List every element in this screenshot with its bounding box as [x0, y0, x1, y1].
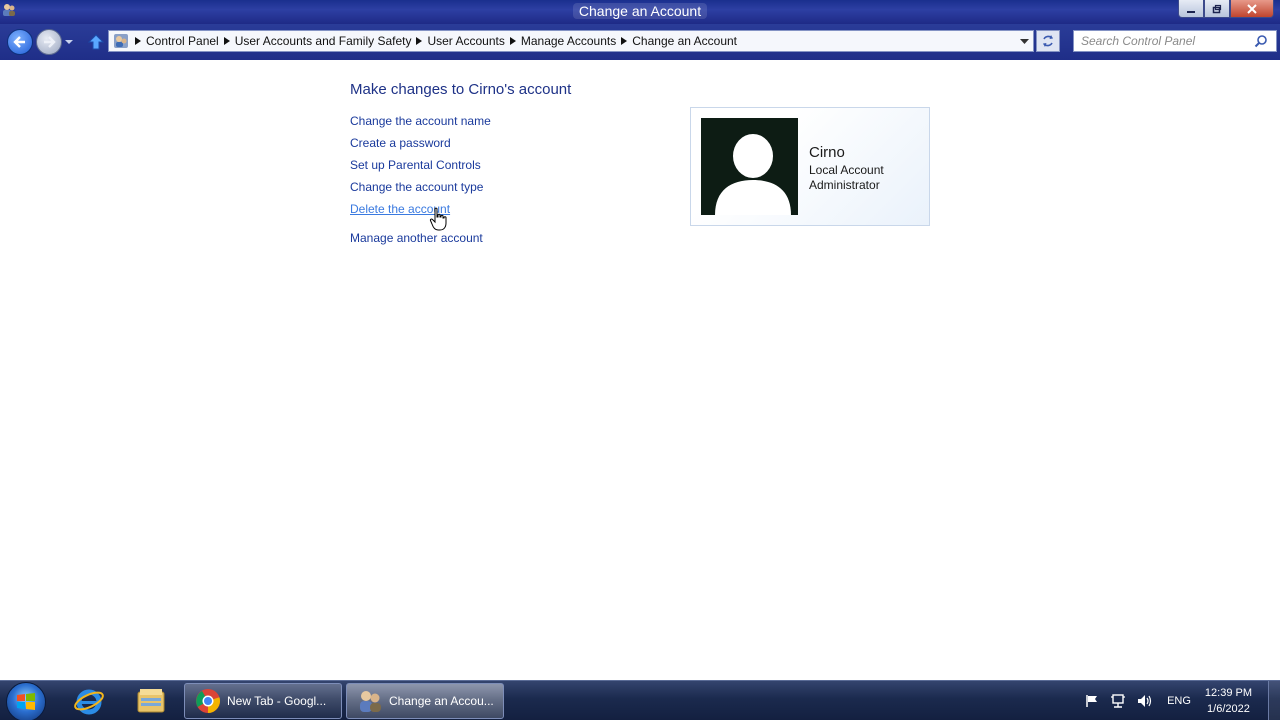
search-input[interactable] [1074, 34, 1250, 48]
task-list: Change the account name Create a passwor… [350, 114, 491, 253]
breadcrumb-user-accounts-family-safety[interactable]: User Accounts and Family Safety [235, 34, 412, 48]
clock-date: 1/6/2022 [1207, 703, 1250, 715]
back-button[interactable] [7, 29, 33, 55]
chevron-right-icon [621, 37, 628, 45]
manage-another-account-link[interactable]: Manage another account [350, 231, 491, 253]
minimize-button[interactable] [1178, 0, 1204, 18]
main-content: Make changes to Cirno's account Change t… [0, 60, 1280, 680]
clock[interactable]: 12:39 PM 1/6/2022 [1205, 685, 1252, 717]
language-indicator[interactable]: ENG [1167, 695, 1191, 707]
flag-icon [1086, 695, 1098, 707]
taskbar: New Tab - Googl... Change an Accou... EN… [0, 680, 1280, 720]
change-account-type-link[interactable]: Change the account type [350, 180, 491, 202]
navigation-bar: Control Panel User Accounts and Family S… [0, 24, 1280, 60]
page-heading: Make changes to Cirno's account [350, 81, 572, 98]
chevron-right-icon [223, 37, 230, 45]
network-tray-button[interactable] [1109, 692, 1127, 710]
action-center-flag[interactable] [1083, 692, 1101, 710]
chevron-right-icon [416, 37, 423, 45]
volume-tray-button[interactable] [1135, 692, 1153, 710]
show-desktop-button[interactable] [1268, 681, 1280, 720]
parental-controls-link[interactable]: Set up Parental Controls [350, 158, 491, 180]
close-icon [1247, 3, 1257, 14]
network-icon [1111, 694, 1126, 708]
avatar [701, 118, 798, 215]
title-bar: Change an Account [0, 0, 1280, 24]
taskbar-item-label: Change an Accou... [389, 694, 494, 708]
account-card: Cirno Local Account Administrator [690, 107, 930, 226]
breadcrumb-user-accounts[interactable]: User Accounts [427, 34, 504, 48]
restore-icon [1212, 4, 1222, 13]
breadcrumb-separator[interactable] [505, 37, 521, 45]
breadcrumb-separator[interactable] [219, 37, 235, 45]
search-icon[interactable] [1254, 34, 1268, 48]
breadcrumb-separator[interactable] [616, 37, 632, 45]
window-title: Change an Account [0, 3, 1280, 19]
breadcrumb: Control Panel User Accounts and Family S… [130, 34, 737, 48]
forward-arrow-icon [44, 36, 56, 48]
breadcrumb-separator[interactable] [411, 37, 427, 45]
clock-time: 12:39 PM [1204, 687, 1252, 699]
maximize-button[interactable] [1204, 0, 1230, 18]
chevron-right-icon [135, 37, 141, 45]
control-panel-icon [114, 34, 128, 48]
chrome-icon [196, 689, 220, 713]
windows-explorer-pin[interactable] [126, 682, 176, 720]
user-accounts-icon [360, 691, 381, 712]
account-type: Local Account [809, 163, 884, 177]
back-arrow-icon [13, 36, 25, 48]
refresh-button[interactable] [1036, 30, 1060, 52]
system-tray: ENG 12:39 PM 1/6/2022 [1083, 681, 1280, 720]
up-arrow-icon[interactable] [87, 33, 105, 51]
internet-explorer-pin[interactable] [64, 682, 114, 720]
taskbar-item-change-account[interactable]: Change an Accou... [346, 683, 504, 719]
forward-button[interactable] [36, 29, 62, 55]
create-password-link[interactable]: Create a password [350, 136, 491, 158]
refresh-icon [1043, 35, 1053, 47]
recent-pages-dropdown-icon[interactable] [64, 37, 74, 47]
internet-explorer-icon [74, 689, 104, 715]
delete-account-link[interactable]: Delete the account [350, 202, 491, 224]
search-box[interactable] [1073, 30, 1277, 52]
breadcrumb-separator[interactable] [130, 37, 146, 45]
user-silhouette-icon [715, 134, 791, 215]
windows-explorer-icon [137, 689, 165, 713]
change-account-name-link[interactable]: Change the account name [350, 114, 491, 136]
chevron-right-icon [509, 37, 516, 45]
breadcrumb-control-panel[interactable]: Control Panel [146, 34, 219, 48]
account-name: Cirno [809, 144, 845, 161]
taskbar-item-label: New Tab - Googl... [227, 694, 327, 708]
address-dropdown-icon[interactable] [1020, 37, 1029, 46]
breadcrumb-change-an-account[interactable]: Change an Account [632, 34, 737, 48]
taskbar-item-chrome[interactable]: New Tab - Googl... [184, 683, 342, 719]
account-role: Administrator [809, 178, 880, 192]
start-button[interactable] [6, 682, 46, 720]
address-bar[interactable]: Control Panel User Accounts and Family S… [108, 30, 1034, 52]
volume-icon [1138, 695, 1152, 707]
hand-cursor-icon [429, 207, 447, 231]
windows-logo-icon [17, 693, 35, 710]
minimize-icon [1187, 10, 1195, 13]
breadcrumb-manage-accounts[interactable]: Manage Accounts [521, 34, 616, 48]
close-button[interactable] [1230, 0, 1274, 18]
